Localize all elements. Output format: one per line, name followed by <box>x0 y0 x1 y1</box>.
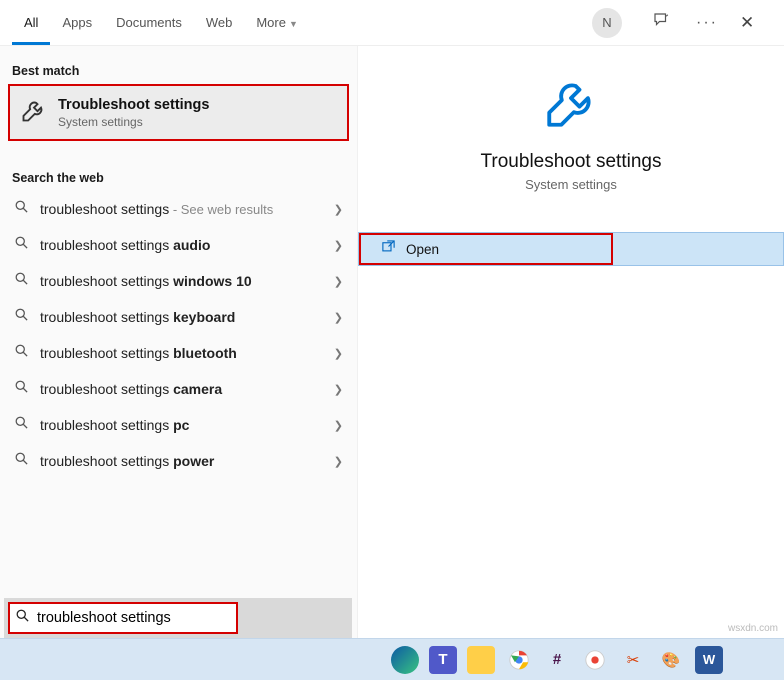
search-icon <box>14 307 30 327</box>
taskbar-paint-icon[interactable]: 🎨 <box>657 646 685 674</box>
chevron-right-icon: ❯ <box>334 347 343 360</box>
open-icon <box>381 239 396 259</box>
web-results-list: troubleshoot settings - See web results ❯… <box>0 191 357 479</box>
chevron-right-icon: ❯ <box>334 419 343 432</box>
web-result-text: troubleshoot settings audio <box>40 237 328 253</box>
taskbar-snip-icon[interactable]: ✂ <box>619 646 647 674</box>
web-result-item[interactable]: troubleshoot settings camera ❯ <box>0 371 357 407</box>
search-icon <box>14 379 30 399</box>
search-web-heading: Search the web <box>0 153 357 191</box>
close-icon[interactable]: ✕ <box>740 13 760 33</box>
web-result-text: troubleshoot settings windows 10 <box>40 273 328 289</box>
best-match-heading: Best match <box>0 46 357 84</box>
chevron-right-icon: ❯ <box>334 275 343 288</box>
web-result-text: troubleshoot settings pc <box>40 417 328 433</box>
web-result-text: troubleshoot settings power <box>40 453 328 469</box>
best-match-title: Troubleshoot settings <box>58 97 209 113</box>
search-box[interactable] <box>8 602 238 634</box>
open-label: Open <box>406 242 439 257</box>
taskbar-app-icon[interactable] <box>581 646 609 674</box>
search-filter-tabs: All Apps Documents Web More▼ N ··· ✕ <box>0 0 784 46</box>
watermark: wsxdn.com <box>728 623 778 634</box>
search-input[interactable] <box>37 610 231 626</box>
chevron-right-icon: ❯ <box>334 311 343 324</box>
taskbar-chrome-icon[interactable] <box>505 646 533 674</box>
tab-web[interactable]: Web <box>194 1 245 45</box>
web-result-item[interactable]: troubleshoot settings bluetooth ❯ <box>0 335 357 371</box>
wrench-icon <box>20 96 48 129</box>
search-results-panel: Best match Troubleshoot settings System … <box>0 46 358 638</box>
search-icon <box>14 271 30 291</box>
web-result-text: troubleshoot settings bluetooth <box>40 345 328 361</box>
search-icon <box>14 235 30 255</box>
tab-documents[interactable]: Documents <box>104 1 194 45</box>
chevron-right-icon: ❯ <box>334 203 343 216</box>
web-result-item[interactable]: troubleshoot settings - See web results ❯ <box>0 191 357 227</box>
search-icon <box>14 343 30 363</box>
taskbar-explorer-icon[interactable] <box>467 646 495 674</box>
best-match-subtitle: System settings <box>58 115 209 129</box>
search-icon <box>14 415 30 435</box>
taskbar-teams-icon[interactable]: T <box>429 646 457 674</box>
tab-more[interactable]: More▼ <box>244 1 310 45</box>
search-bar-container <box>4 598 352 638</box>
web-result-item[interactable]: troubleshoot settings audio ❯ <box>0 227 357 263</box>
taskbar-word-icon[interactable]: W <box>695 646 723 674</box>
feedback-icon[interactable] <box>652 11 672 34</box>
web-result-item[interactable]: troubleshoot settings power ❯ <box>0 443 357 479</box>
taskbar: T # ✂ 🎨 W <box>0 638 784 680</box>
web-result-item[interactable]: troubleshoot settings pc ❯ <box>0 407 357 443</box>
best-match-result[interactable]: Troubleshoot settings System settings <box>8 84 349 141</box>
wrench-icon <box>542 74 600 137</box>
user-avatar[interactable]: N <box>592 8 622 38</box>
search-icon <box>15 608 31 628</box>
open-button[interactable]: Open <box>359 233 613 265</box>
more-options-icon[interactable]: ··· <box>696 14 716 32</box>
web-result-text: troubleshoot settings keyboard <box>40 309 328 325</box>
web-result-item[interactable]: troubleshoot settings keyboard ❯ <box>0 299 357 335</box>
preview-actions: Open <box>358 232 784 266</box>
chevron-right-icon: ❯ <box>334 455 343 468</box>
preview-panel: Troubleshoot settings System settings Op… <box>358 46 784 638</box>
preview-title: Troubleshoot settings <box>481 151 662 173</box>
tab-all[interactable]: All <box>12 1 50 45</box>
taskbar-slack-icon[interactable]: # <box>543 646 571 674</box>
open-button-secondary[interactable] <box>613 233 783 265</box>
chevron-down-icon: ▼ <box>289 19 298 29</box>
search-icon <box>14 199 30 219</box>
tab-apps[interactable]: Apps <box>50 1 104 45</box>
web-result-text: troubleshoot settings - See web results <box>40 201 328 217</box>
taskbar-edge-icon[interactable] <box>391 646 419 674</box>
preview-subtitle: System settings <box>525 177 617 192</box>
web-result-item[interactable]: troubleshoot settings windows 10 ❯ <box>0 263 357 299</box>
web-result-text: troubleshoot settings camera <box>40 381 328 397</box>
search-icon <box>14 451 30 471</box>
chevron-right-icon: ❯ <box>334 383 343 396</box>
chevron-right-icon: ❯ <box>334 239 343 252</box>
